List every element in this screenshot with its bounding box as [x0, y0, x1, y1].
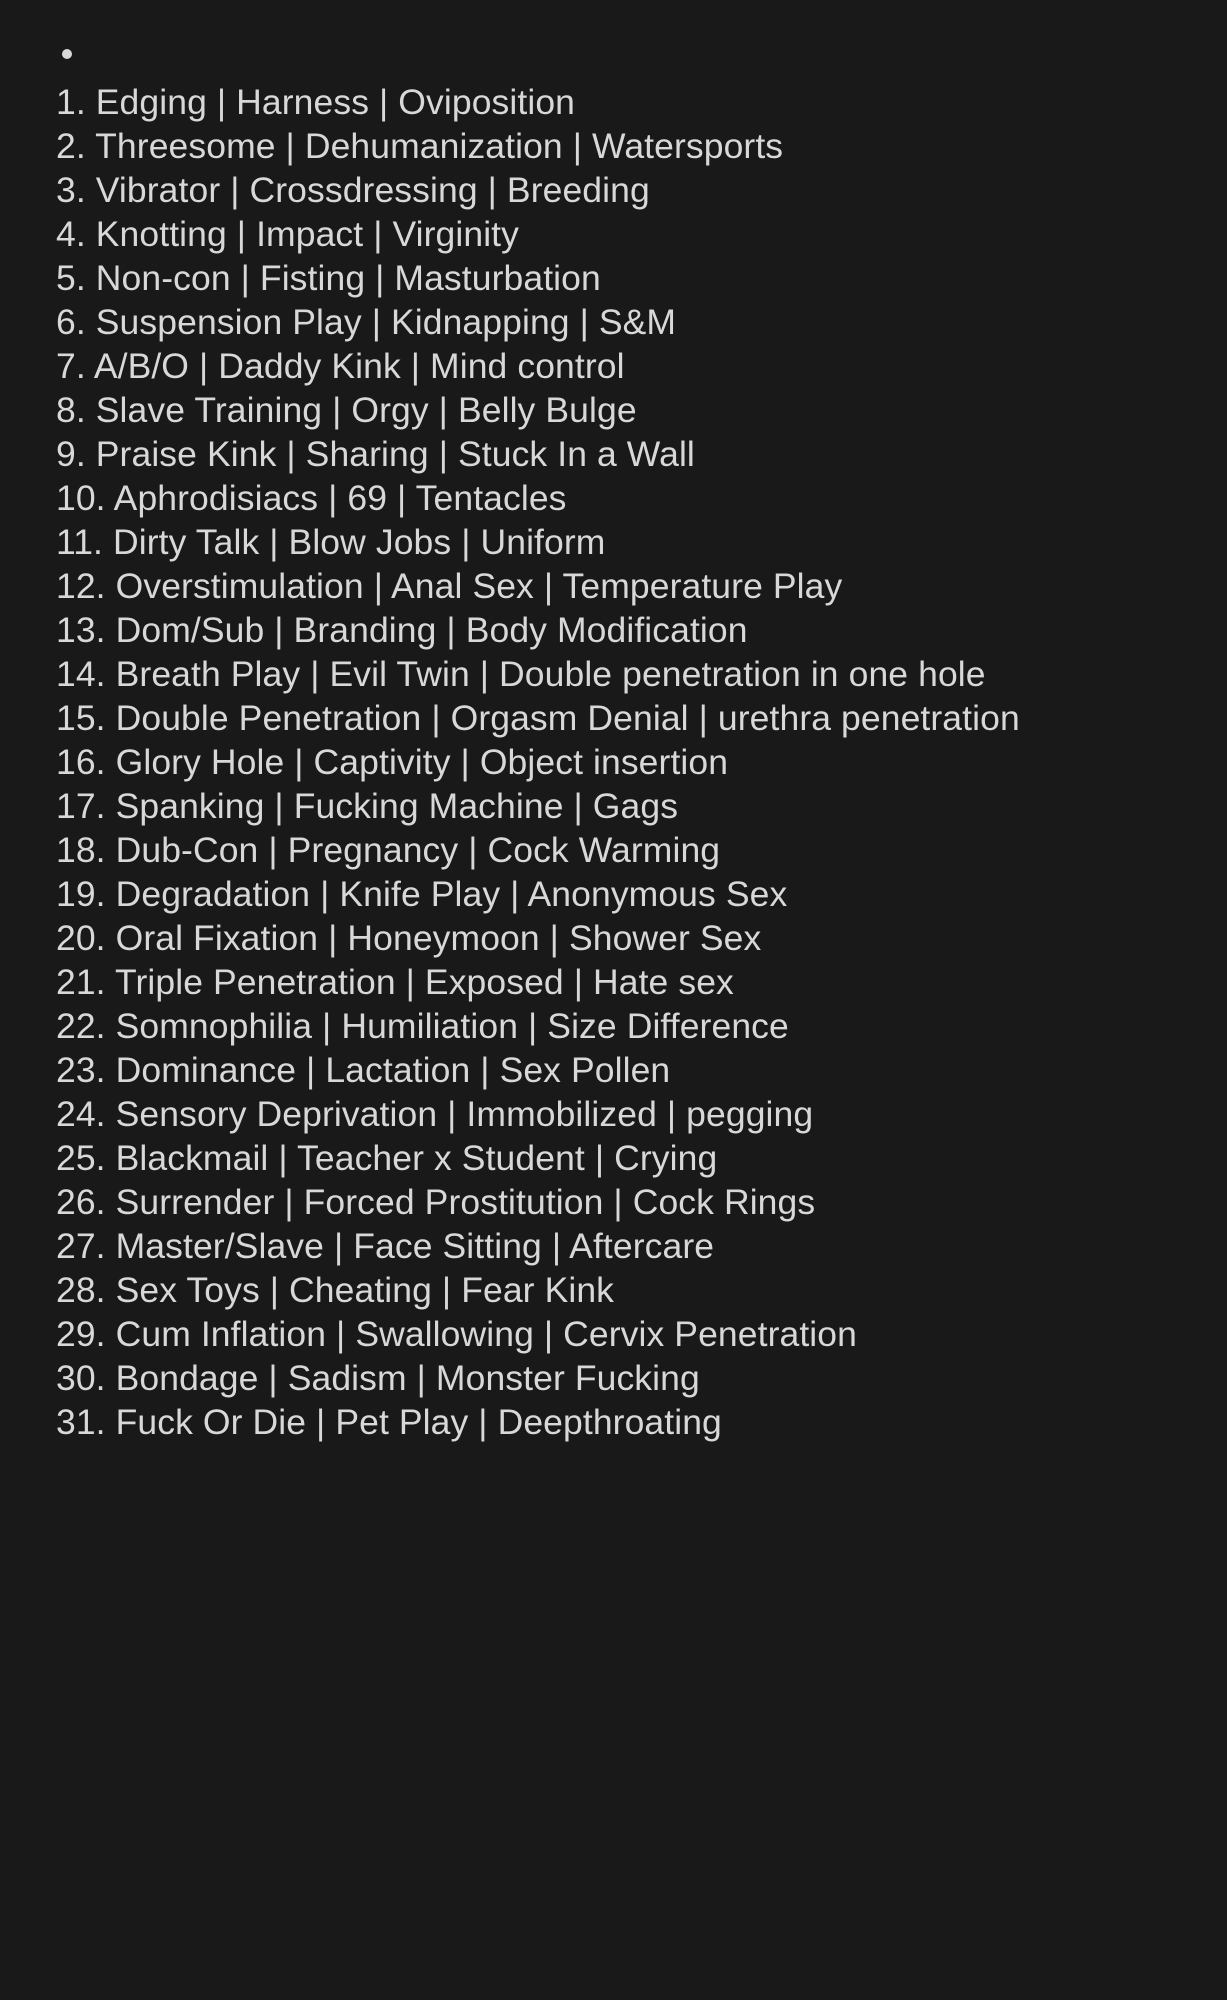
numbered-kink-list: 1. Edging | Harness | Oviposition 2. Thre… — [56, 80, 1171, 1444]
list-item: 2. Threesome | Dehumanization | Waterspo… — [56, 124, 1171, 168]
list-item-text: Praise Kink | Sharing | Stuck In a Wall — [95, 434, 695, 474]
list-item-number: 17. — [56, 786, 106, 826]
list-item: 10. Aphrodisiacs | 69 | Tentacles — [56, 476, 1171, 520]
list-item: 15. Double Penetration | Orgasm Denial |… — [56, 696, 1171, 740]
list-item: 4. Knotting | Impact | Virginity — [56, 212, 1171, 256]
list-item: 7. A/B/O | Daddy Kink | Mind control — [56, 344, 1171, 388]
list-item-text: Breath Play | Evil Twin | Double penetra… — [115, 654, 986, 694]
list-item-text: Threesome | Dehumanization | Watersports — [95, 126, 784, 166]
list-item-number: 12. — [56, 566, 106, 606]
list-item-text: Dominance | Lactation | Sex Pollen — [115, 1050, 671, 1090]
list-item-text: Surrender | Forced Prostitution | Cock R… — [115, 1182, 816, 1222]
list-item-text: Oral Fixation | Honeymoon | Shower Sex — [115, 918, 762, 958]
list-item-text: Fuck Or Die | Pet Play | Deepthroating — [115, 1402, 722, 1442]
list-item: 17. Spanking | Fucking Machine | Gags — [56, 784, 1171, 828]
list-item-text: Sex Toys | Cheating | Fear Kink — [115, 1270, 615, 1310]
list-item-text: Somnophilia | Humiliation | Size Differe… — [115, 1006, 789, 1046]
list-item-text: Double Penetration | Orgasm Denial | ure… — [115, 698, 1020, 738]
list-item: 28. Sex Toys | Cheating | Fear Kink — [56, 1268, 1171, 1312]
list-item-text: Blackmail | Teacher x Student | Crying — [115, 1138, 718, 1178]
list-item: 22. Somnophilia | Humiliation | Size Dif… — [56, 1004, 1171, 1048]
list-item-text: A/B/O | Daddy Kink | Mind control — [93, 346, 625, 386]
list-item-number: 14. — [56, 654, 106, 694]
list-item: 18. Dub-Con | Pregnancy | Cock Warming — [56, 828, 1171, 872]
list-item: 31. Fuck Or Die | Pet Play | Deepthroati… — [56, 1400, 1171, 1444]
list-item-number: 29. — [56, 1314, 106, 1354]
list-item: 14. Breath Play | Evil Twin | Double pen… — [56, 652, 1171, 696]
page-root: 1. Edging | Harness | Oviposition 2. Thre… — [0, 0, 1227, 2000]
list-item: 11. Dirty Talk | Blow Jobs | Uniform — [56, 520, 1171, 564]
list-item-text: Spanking | Fucking Machine | Gags — [115, 786, 679, 826]
list-item: 21. Triple Penetration | Exposed | Hate … — [56, 960, 1171, 1004]
leading-bullet-row — [56, 28, 1171, 80]
list-item: 8. Slave Training | Orgy | Belly Bulge — [56, 388, 1171, 432]
list-item: 30. Bondage | Sadism | Monster Fucking — [56, 1356, 1171, 1400]
list-item-text: Sensory Deprivation | Immobilized | pegg… — [115, 1094, 814, 1134]
list-item-text: Vibrator | Crossdressing | Breeding — [95, 170, 650, 210]
list-item-text: Knotting | Impact | Virginity — [95, 214, 519, 254]
list-item-number: 9. — [56, 434, 86, 474]
list-item-number: 28. — [56, 1270, 106, 1310]
list-item-number: 26. — [56, 1182, 106, 1222]
list-item: 13. Dom/Sub | Branding | Body Modificati… — [56, 608, 1171, 652]
list-item-number: 27. — [56, 1226, 106, 1266]
list-item-number: 5. — [56, 258, 86, 298]
list-item-text: Glory Hole | Captivity | Object insertio… — [115, 742, 729, 782]
list-item-text: Dom/Sub | Branding | Body Modification — [115, 610, 748, 650]
list-item-text: Degradation | Knife Play | Anonymous Sex — [115, 874, 788, 914]
text-content-block: 1. Edging | Harness | Oviposition 2. Thre… — [56, 28, 1171, 1444]
list-item-text: Bondage | Sadism | Monster Fucking — [115, 1358, 700, 1398]
list-item: 20. Oral Fixation | Honeymoon | Shower S… — [56, 916, 1171, 960]
list-item: 9. Praise Kink | Sharing | Stuck In a Wa… — [56, 432, 1171, 476]
list-item: 19. Degradation | Knife Play | Anonymous… — [56, 872, 1171, 916]
list-item-text: Dub-Con | Pregnancy | Cock Warming — [115, 830, 721, 870]
list-item: 26. Surrender | Forced Prostitution | Co… — [56, 1180, 1171, 1224]
list-item: 27. Master/Slave | Face Sitting | Afterc… — [56, 1224, 1171, 1268]
list-item-number: 10. — [56, 478, 106, 518]
list-item-text: Master/Slave | Face Sitting | Aftercare — [115, 1226, 715, 1266]
list-item-text: Suspension Play | Kidnapping | S&M — [95, 302, 677, 342]
list-item-number: 25. — [56, 1138, 106, 1178]
list-item-number: 1. — [56, 82, 86, 122]
list-item: 5. Non-con | Fisting | Masturbation — [56, 256, 1171, 300]
list-item-number: 3. — [56, 170, 86, 210]
list-item: 24. Sensory Deprivation | Immobilized | … — [56, 1092, 1171, 1136]
list-item: 3. Vibrator | Crossdressing | Breeding — [56, 168, 1171, 212]
list-item-number: 22. — [56, 1006, 106, 1046]
list-item-number: 8. — [56, 390, 86, 430]
list-item-number: 2. — [56, 126, 86, 166]
list-item: 6. Suspension Play | Kidnapping | S&M — [56, 300, 1171, 344]
list-item-number: 11. — [56, 522, 104, 562]
list-item-number: 30. — [56, 1358, 106, 1398]
list-item-text: Aphrodisiacs | 69 | Tentacles — [113, 478, 567, 518]
list-item-number: 21. — [56, 962, 106, 1002]
list-item-number: 24. — [56, 1094, 106, 1134]
bullet-dot-icon — [62, 49, 72, 59]
list-item: 16. Glory Hole | Captivity | Object inse… — [56, 740, 1171, 784]
list-item-number: 16. — [56, 742, 106, 782]
list-item-number: 19. — [56, 874, 106, 914]
list-item-text: Dirty Talk | Blow Jobs | Uniform — [112, 522, 606, 562]
list-item: 29. Cum Inflation | Swallowing | Cervix … — [56, 1312, 1171, 1356]
list-item-number: 18. — [56, 830, 106, 870]
list-item: 25. Blackmail | Teacher x Student | Cryi… — [56, 1136, 1171, 1180]
list-item-text: Overstimulation | Anal Sex | Temperature… — [115, 566, 843, 606]
list-item-number: 15. — [56, 698, 106, 738]
list-item: 1. Edging | Harness | Oviposition — [56, 80, 1171, 124]
list-item-number: 4. — [56, 214, 86, 254]
list-item-number: 6. — [56, 302, 86, 342]
list-item-number: 7. — [56, 346, 86, 386]
list-item-text: Slave Training | Orgy | Belly Bulge — [95, 390, 637, 430]
list-item: 12. Overstimulation | Anal Sex | Tempera… — [56, 564, 1171, 608]
list-item-number: 13. — [56, 610, 106, 650]
list-item-number: 23. — [56, 1050, 106, 1090]
list-item-text: Triple Penetration | Exposed | Hate sex — [114, 962, 734, 1002]
list-item-number: 20. — [56, 918, 106, 958]
list-item-text: Non-con | Fisting | Masturbation — [95, 258, 601, 298]
list-item-text: Edging | Harness | Oviposition — [95, 82, 576, 122]
list-item-number: 31. — [56, 1402, 106, 1442]
list-item-text: Cum Inflation | Swallowing | Cervix Pene… — [115, 1314, 857, 1354]
list-item: 23. Dominance | Lactation | Sex Pollen — [56, 1048, 1171, 1092]
